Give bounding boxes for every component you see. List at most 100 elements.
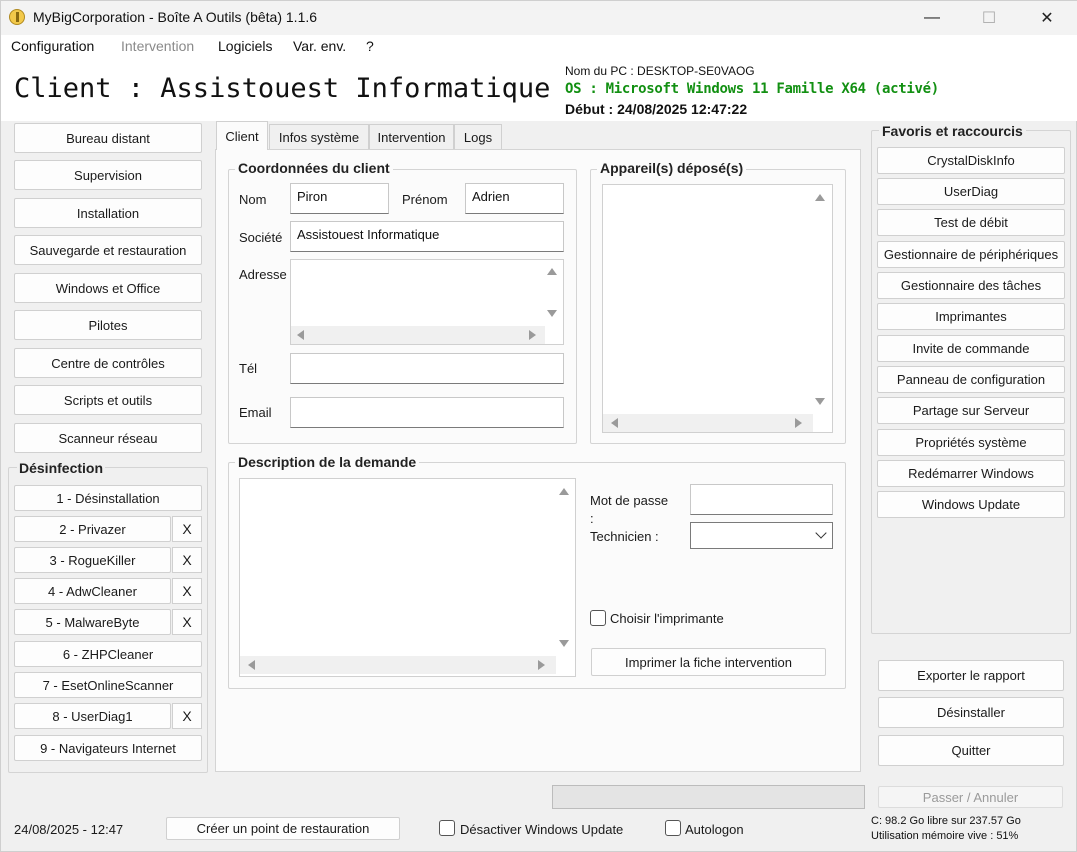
scroll-up-icon[interactable] [815,194,825,201]
tab-intervention[interactable]: Intervention [369,124,454,149]
fav-invite-commande-button[interactable]: Invite de commande [877,335,1065,362]
exporter-rapport-button[interactable]: Exporter le rapport [878,660,1064,691]
fav-partage-serveur-button[interactable]: Partage sur Serveur [877,397,1065,424]
scroll-right-icon[interactable] [538,660,545,670]
tab-client[interactable]: Client [216,121,268,150]
menu-configuration[interactable]: Configuration [11,38,94,54]
desinfection-item-5[interactable]: 5 - MalwareByte [14,609,171,635]
fav-panneau-configuration-button[interactable]: Panneau de configuration [877,366,1065,393]
email-field[interactable] [290,397,564,428]
nav-installation-button[interactable]: Installation [14,198,202,228]
desinfection-remove-4-button[interactable]: X [172,578,202,604]
societe-label: Société [239,230,283,245]
nav-pilotes-button[interactable]: Pilotes [14,310,202,340]
scroll-down-icon[interactable] [815,398,825,405]
desinfection-item-7[interactable]: 7 - EsetOnlineScanner [14,672,202,698]
fav-imprimantes-button[interactable]: Imprimantes [877,303,1065,330]
scroll-left-icon[interactable] [248,660,255,670]
description-title: Description de la demande [235,454,420,470]
nav-scanneur-reseau-button[interactable]: Scanneur réseau [14,423,202,453]
tel-label: Tél [239,361,258,376]
start-time: Début : 24/08/2025 12:47:22 [565,101,748,117]
adresse-field[interactable] [290,259,564,345]
favoris-title: Favoris et raccourcis [879,123,1026,139]
fav-gestionnaire-peripheriques-button[interactable]: Gestionnaire de périphériques [877,241,1065,268]
desinfection-item-9[interactable]: 9 - Navigateurs Internet [14,735,202,761]
fav-windows-update-button[interactable]: Windows Update [877,491,1065,518]
desinfection-remove-2-button[interactable]: X [172,516,202,542]
app-window: MyBigCorporation - Boîte A Outils (bêta)… [0,0,1077,852]
technicien-select[interactable] [690,522,833,549]
scroll-right-icon[interactable] [795,418,802,428]
desinfection-remove-3-button[interactable]: X [172,547,202,573]
scroll-up-icon[interactable] [547,268,557,275]
header: Client : Assistouest Informatique Nom du… [1,59,1077,121]
disable-windows-update-checkbox[interactable] [439,820,455,836]
scroll-down-icon[interactable] [547,310,557,317]
tel-field[interactable] [290,353,564,384]
horizontal-scrollbar[interactable] [291,326,545,344]
autologon-checkbox[interactable] [665,820,681,836]
disable-windows-update-label: Désactiver Windows Update [460,822,624,837]
menu-var-env[interactable]: Var. env. [293,38,346,54]
desinfection-item-3[interactable]: 3 - RogueKiller [14,547,171,573]
desinfection-remove-8-button[interactable]: X [172,703,202,729]
societe-field[interactable]: Assistouest Informatique [290,221,564,252]
os-info: OS : Microsoft Windows 11 Famille X64 (a… [565,81,939,97]
scroll-left-icon[interactable] [611,418,618,428]
horizontal-scrollbar[interactable] [240,656,556,674]
scroll-right-icon[interactable] [529,330,536,340]
close-button[interactable]: ✕ [1021,1,1073,35]
app-icon [9,9,25,25]
desinfection-item-6[interactable]: 6 - ZHPCleaner [14,641,202,667]
appareils-title: Appareil(s) déposé(s) [597,160,747,176]
desinfection-remove-5-button[interactable]: X [172,609,202,635]
scroll-down-icon[interactable] [559,640,569,647]
horizontal-scrollbar[interactable] [603,414,813,432]
fav-crystaldiskinfo-button[interactable]: CrystalDiskInfo [877,147,1065,174]
desinfection-item-4[interactable]: 4 - AdwCleaner [14,578,171,604]
desinfection-item-1[interactable]: 1 - Désinstallation [14,485,202,511]
fav-gestionnaire-taches-button[interactable]: Gestionnaire des tâches [877,272,1065,299]
restore-point-button[interactable]: Créer un point de restauration [166,817,400,840]
nav-bureau-distant-button[interactable]: Bureau distant [14,123,202,153]
desinfection-item-2[interactable]: 2 - Privazer [14,516,171,542]
autologon-label: Autologon [685,822,744,837]
imprimer-fiche-button[interactable]: Imprimer la fiche intervention [591,648,826,676]
scroll-left-icon[interactable] [297,330,304,340]
maximize-button[interactable]: ☐ [963,1,1015,35]
nav-scripts-outils-button[interactable]: Scripts et outils [14,385,202,415]
nav-supervision-button[interactable]: Supervision [14,160,202,190]
prenom-field[interactable]: Adrien [465,183,564,214]
disk-info: C: 98.2 Go libre sur 237.57 Go [871,815,1021,827]
mot-de-passe-label: Mot de passe : [590,493,669,526]
nav-centre-controles-button[interactable]: Centre de contrôles [14,348,202,378]
appareils-list[interactable] [602,184,833,433]
desinfection-item-8[interactable]: 8 - UserDiag1 [14,703,171,729]
fav-redemarrer-windows-button[interactable]: Redémarrer Windows [877,460,1065,487]
choisir-imprimante-label: Choisir l'imprimante [610,611,724,626]
fav-proprietes-systeme-button[interactable]: Propriétés système [877,429,1065,456]
menu-help[interactable]: ? [366,38,374,54]
nav-sauvegarde-button[interactable]: Sauvegarde et restauration [14,235,202,265]
scroll-up-icon[interactable] [559,488,569,495]
menu-intervention[interactable]: Intervention [121,38,194,54]
passer-annuler-button[interactable]: Passer / Annuler [878,786,1063,808]
nom-field[interactable]: Piron [290,183,389,214]
fav-userdiag-button[interactable]: UserDiag [877,178,1065,205]
quitter-button[interactable]: Quitter [878,735,1064,766]
nav-windows-office-button[interactable]: Windows et Office [14,273,202,303]
window-title: MyBigCorporation - Boîte A Outils (bêta)… [33,9,318,25]
choisir-imprimante-checkbox[interactable] [590,610,606,626]
description-field[interactable] [239,478,576,677]
menu-logiciels[interactable]: Logiciels [218,38,272,54]
desinstaller-button[interactable]: Désinstaller [878,697,1064,728]
minimize-button[interactable]: — [906,1,958,35]
mot-de-passe-field[interactable] [690,484,833,515]
tab-logs[interactable]: Logs [454,124,502,149]
tab-infos-systeme[interactable]: Infos système [269,124,369,149]
title-bar: MyBigCorporation - Boîte A Outils (bêta)… [1,1,1077,35]
memory-info: Utilisation mémoire vive : 51% [871,830,1019,842]
fav-test-debit-button[interactable]: Test de débit [877,209,1065,236]
chevron-down-icon [815,527,827,539]
